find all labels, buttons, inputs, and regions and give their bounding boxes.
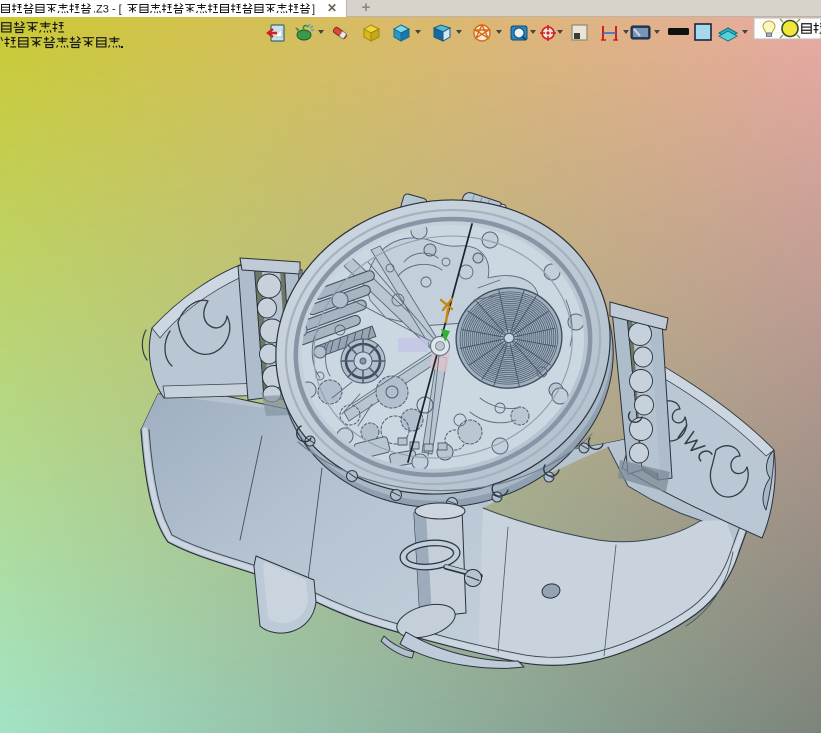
svg-text:]: ] (312, 4, 315, 16)
svg-text:.Z3 - [: .Z3 - [ (93, 4, 122, 16)
